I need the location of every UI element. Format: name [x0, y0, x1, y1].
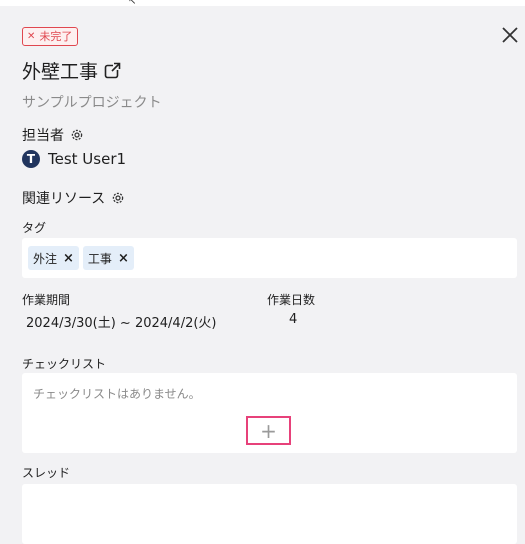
tag-chip: 外注 × — [28, 246, 79, 270]
checklist-panel: チェックリストはありません。 + — [22, 373, 517, 453]
checklist-empty-text: チェックリストはありません。 — [33, 387, 201, 401]
external-link-icon[interactable] — [104, 62, 122, 79]
thread-panel[interactable] — [22, 484, 517, 544]
incomplete-x-icon: ✕ — [27, 30, 36, 42]
tag-remove-icon[interactable]: × — [63, 251, 74, 266]
work-days-label: 作業日数 — [267, 293, 316, 307]
thread-label: スレッド — [22, 466, 71, 480]
avatar: T — [22, 150, 40, 168]
assignee-user[interactable]: T Test User1 — [22, 150, 126, 168]
resources-settings-gear-icon[interactable] — [111, 191, 125, 205]
status-label: 未完了 — [39, 30, 73, 43]
assignee-label: 担当者 — [22, 128, 64, 144]
tags-label: タグ — [22, 221, 47, 235]
tag-chip: 工事 × — [82, 246, 134, 270]
work-period-value[interactable]: 2024/3/30(土) ~ 2024/4/2(火) — [26, 312, 217, 331]
mouse-cursor-icon: ↖ — [128, 0, 137, 7]
work-period-label: 作業期間 — [22, 293, 71, 307]
assignee-settings-gear-icon[interactable] — [70, 128, 84, 142]
status-badge[interactable]: ✕ 未完了 — [22, 27, 79, 46]
project-name[interactable]: サンプルプロジェクト — [22, 92, 162, 112]
assignee-name: Test User1 — [48, 150, 127, 168]
top-edge-bar — [0, 0, 525, 6]
assignee-section-header: 担当者 — [22, 125, 84, 145]
related-resources-header: 関連リソース — [22, 188, 125, 208]
checklist-label: チェックリスト — [22, 357, 107, 371]
tags-input[interactable]: 外注 × 工事 × — [22, 238, 517, 278]
tag-label: 外注 — [33, 251, 58, 266]
related-resources-label: 関連リソース — [22, 191, 106, 207]
work-days-value: 4 — [289, 312, 298, 327]
close-icon[interactable] — [500, 25, 520, 45]
task-title-row: 外壁工事 — [22, 57, 122, 84]
plus-icon: + — [260, 418, 277, 443]
tag-remove-icon[interactable]: × — [118, 251, 129, 266]
tag-label: 工事 — [87, 251, 112, 266]
task-title: 外壁工事 — [22, 61, 99, 83]
add-checklist-button[interactable]: + — [246, 416, 291, 445]
